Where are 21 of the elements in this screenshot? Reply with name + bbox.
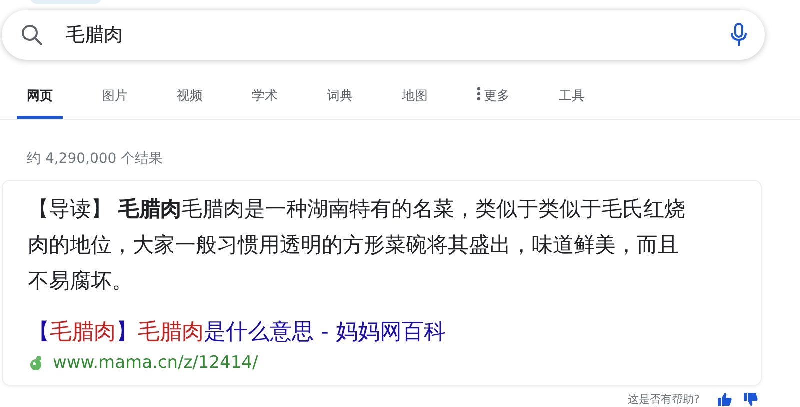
tab[interactable]: 视频	[167, 87, 213, 119]
more-icon	[477, 87, 481, 101]
tab[interactable]: 图片	[92, 87, 138, 119]
tab[interactable]: 词典	[317, 87, 363, 119]
microphone-icon[interactable]	[731, 23, 747, 47]
search-query: 毛腊肉	[66, 24, 123, 46]
result-url[interactable]: www.mama.cn/z/12414/	[53, 353, 258, 373]
feedback-question: 这是否有帮助?	[628, 392, 700, 407]
site-logo-icon	[28, 355, 44, 371]
search-field[interactable]: 毛腊肉	[2, 10, 765, 60]
result-title-link[interactable]: 【毛腊肉】毛腊肉是什么意思 - 妈妈网百科	[28, 317, 736, 347]
thumbs-up-icon[interactable]	[718, 393, 732, 406]
tab[interactable]: 更多	[467, 87, 520, 119]
tab[interactable]: 工具	[549, 87, 595, 119]
result-snippet: 【导读】 毛腊肉毛腊肉是一种湖南特有的名菜，类似于类似于毛氏红烧肉的地位，大家一般习惯用透明的方形菜碗将其盛出，味道鲜美，而且不易腐坏。	[28, 196, 687, 295]
thumbs-down-icon[interactable]	[744, 393, 758, 406]
result-count: 约 4,290,000 个结果	[27, 150, 164, 168]
tab[interactable]: 地图	[392, 87, 438, 119]
tab[interactable]: 网页	[17, 87, 63, 119]
search-icon[interactable]	[20, 23, 44, 47]
tab[interactable]: 学术	[242, 87, 288, 119]
